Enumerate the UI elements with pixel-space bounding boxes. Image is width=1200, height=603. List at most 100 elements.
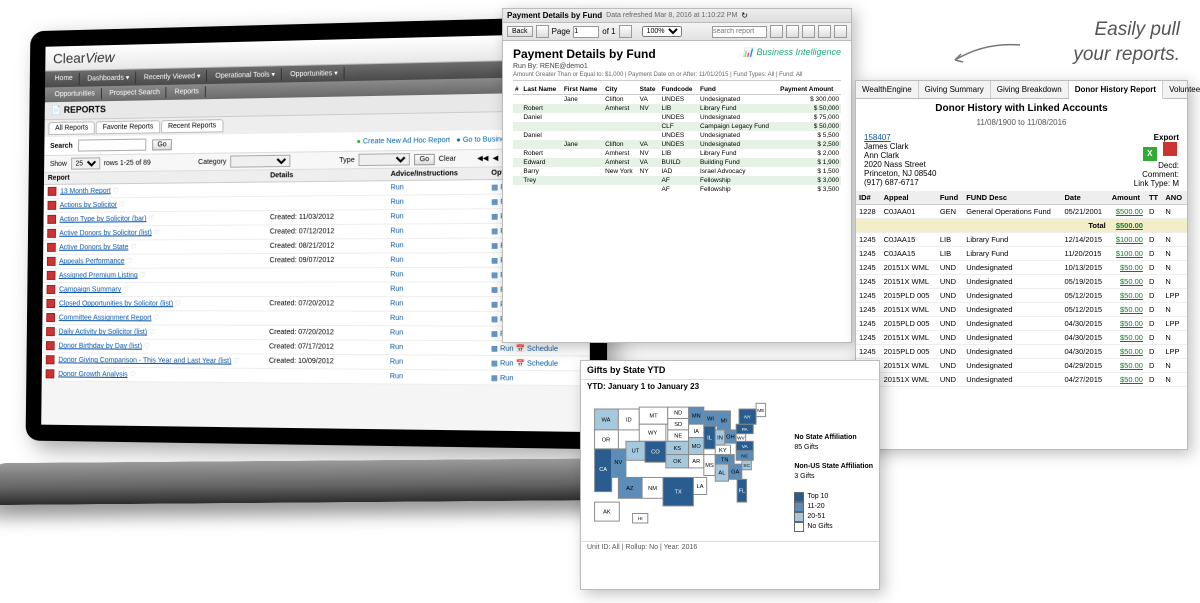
svg-text:OK: OK	[673, 459, 681, 465]
refresh-icon[interactable]: ↻	[741, 11, 748, 20]
nav-item[interactable]: Dashboards ▾	[81, 71, 136, 84]
search-next-icon[interactable]	[786, 25, 799, 38]
favorite-icon[interactable]: ♡	[130, 244, 136, 251]
tab[interactable]: Giving Breakdown	[991, 81, 1069, 98]
report-search[interactable]	[712, 26, 767, 38]
svg-text:ME: ME	[757, 408, 764, 414]
svg-text:OH: OH	[726, 434, 735, 440]
subnav-item[interactable]: Opportunities	[49, 88, 102, 100]
show-select[interactable]: 25	[71, 157, 100, 169]
favorite-icon[interactable]: ♡	[113, 188, 119, 195]
donor-table: ID#AppealFundFUND DescDateAmountTTANO 12…	[856, 191, 1187, 387]
report-link[interactable]: Closed Opportunities by Solicitor (list)	[59, 300, 173, 307]
svg-text:GA: GA	[731, 470, 739, 476]
favorite-icon[interactable]: ♡	[140, 272, 146, 279]
favorite-icon[interactable]: ♡	[154, 230, 160, 237]
favorite-icon[interactable]: ♡	[148, 215, 154, 222]
svg-text:PA: PA	[742, 427, 749, 433]
report-link[interactable]: Actions by Solicitor	[60, 202, 117, 210]
table-row: TreyAFFellowship$ 3,000	[513, 176, 841, 185]
schedule-action[interactable]: 📅 Schedule	[516, 360, 558, 368]
report-icon	[46, 313, 55, 322]
bi-badge: 📊 Business Intelligence	[743, 47, 841, 58]
print-icon[interactable]	[818, 25, 831, 38]
favorite-icon[interactable]: ♡	[149, 329, 155, 336]
report-link[interactable]: Action Type by Solicitor (bar)	[59, 215, 146, 223]
export-icon[interactable]	[802, 25, 815, 38]
usa-map[interactable]: WA OR CA NV ID MT WY UT AZ CO NM ND SD N…	[587, 396, 777, 536]
table-row: AFFellowship$ 3,500	[513, 185, 841, 194]
report-link[interactable]: Daily Activity by Solicitor (list)	[59, 328, 148, 335]
rows-text: rows 1-25 of 89	[104, 159, 151, 167]
run-by: Run By: RENE@demo1	[513, 63, 841, 70]
export-excel-icon[interactable]: X	[1143, 147, 1157, 161]
report-link[interactable]: Campaign Summary	[59, 286, 121, 293]
criteria: Amount Greater Than or Equal to: $1,000 …	[513, 72, 841, 81]
page-prev[interactable]: ◀	[493, 154, 499, 162]
favorite-icon[interactable]: ♡	[123, 286, 129, 293]
report-link[interactable]: Active Donors by Solicitor (list)	[59, 230, 152, 238]
tab[interactable]: Favorite Reports	[96, 120, 160, 134]
favorite-icon[interactable]: ♡	[153, 315, 159, 322]
clear-link[interactable]: Clear	[439, 155, 456, 162]
report-icon	[48, 187, 57, 196]
subnav-item[interactable]: Reports	[169, 86, 206, 98]
svg-text:SC: SC	[743, 463, 750, 469]
report-icon	[46, 327, 55, 336]
run-action[interactable]: ▦ Run	[491, 360, 514, 368]
zoom-select[interactable]: 100%	[642, 26, 682, 37]
page-num[interactable]	[573, 26, 599, 38]
next-page-icon[interactable]	[619, 25, 632, 38]
svg-text:WV: WV	[737, 435, 745, 441]
advice-text: Run	[390, 315, 403, 322]
table-row: EdwardAmherstVABUILDBuilding Fund$ 1,900	[513, 158, 841, 167]
type-select[interactable]	[359, 153, 410, 166]
nav-item[interactable]: Home	[49, 73, 80, 86]
advice-text: Run	[390, 228, 403, 235]
favorite-icon[interactable]: ♡	[144, 343, 150, 350]
favorite-icon[interactable]: ♡	[175, 300, 181, 307]
report-link[interactable]: Donor Giving Comparison - This Year and …	[58, 357, 231, 365]
export-label: Export	[1134, 133, 1179, 142]
nav-item[interactable]: Recently Viewed ▾	[138, 70, 207, 84]
favorite-icon[interactable]: ♡	[233, 358, 239, 365]
report-icon	[46, 355, 55, 364]
table-row: 124520151X WMLUNDUndesignated05/19/2015$…	[856, 275, 1187, 289]
page-first[interactable]: ◀◀	[477, 154, 488, 162]
report-link[interactable]: Donor Growth Analysis	[58, 371, 127, 379]
report-link[interactable]: Committee Assignment Report	[59, 314, 152, 321]
tab[interactable]: Donor History Report	[1069, 81, 1163, 99]
favorite-icon[interactable]: ♡	[126, 258, 132, 265]
save-icon[interactable]	[834, 25, 847, 38]
prev-page-icon[interactable]	[536, 25, 549, 38]
report-link[interactable]: 13 Month Report	[60, 188, 111, 196]
category-select[interactable]	[230, 155, 290, 168]
schedule-action[interactable]: 📅 Schedule	[516, 345, 558, 353]
donor-addr1: 2020 Nass Street	[864, 160, 926, 169]
tab[interactable]: WealthEngine	[856, 81, 919, 98]
report-link[interactable]: Active Donors by State	[59, 244, 128, 251]
nav-item[interactable]: Opportunities ▾	[284, 67, 345, 81]
run-action[interactable]: ▦ Run	[491, 374, 514, 382]
create-report-link[interactable]: Create New Ad Hoc Report	[356, 136, 450, 145]
go2-button[interactable]: Go	[414, 153, 434, 165]
tab[interactable]: All Reports	[48, 121, 95, 135]
run-action[interactable]: ▦ Run	[491, 345, 514, 352]
report-link[interactable]: Assigned Premium Listing	[59, 272, 138, 279]
tab[interactable]: Volunteer	[1163, 81, 1200, 98]
go-button[interactable]: Go	[152, 139, 171, 150]
back-button[interactable]: Back	[507, 26, 533, 37]
tab[interactable]: Giving Summary	[919, 81, 991, 98]
report-link[interactable]: Appeals Performance	[59, 258, 125, 265]
nav-item[interactable]: Operational Tools ▾	[209, 68, 282, 82]
donor-id-link[interactable]: 158407	[864, 133, 891, 142]
tab[interactable]: Recent Reports	[161, 119, 223, 133]
favorite-icon[interactable]: ♡	[119, 202, 125, 209]
search-prev-icon[interactable]	[770, 25, 783, 38]
subnav-item[interactable]: Prospect Search	[103, 87, 166, 99]
report-link[interactable]: Donor Birthday by Day (list)	[58, 343, 142, 351]
search-input[interactable]	[78, 139, 146, 152]
favorite-icon[interactable]: ♡	[129, 371, 135, 378]
export-pdf-icon[interactable]	[1163, 142, 1177, 156]
col-advice[interactable]: Advice/Instructions	[386, 168, 487, 181]
